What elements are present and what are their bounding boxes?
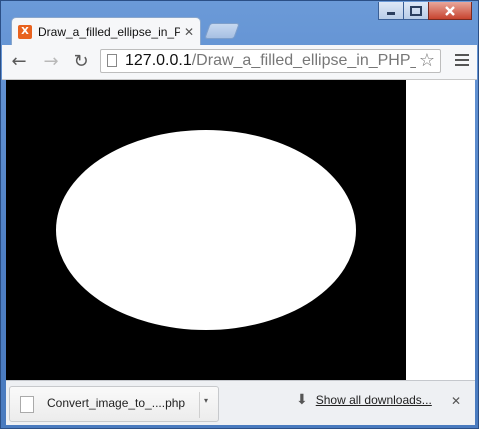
shelf-close-icon[interactable]: ✕ [451,394,461,408]
file-icon [20,396,34,413]
download-arrow-icon: ⬇ [296,391,308,407]
close-icon [445,5,455,16]
tab-title: Draw_a_filled_ellipse_in_PHP [38,24,180,39]
tab-active[interactable]: X Draw_a_filled_ellipse_in_PHP ✕ [11,17,201,45]
reload-icon[interactable]: ↻ [70,51,92,73]
rendered-image [6,80,406,380]
maximize-button[interactable] [403,2,429,20]
filled-ellipse [56,130,356,330]
browser-window: X Draw_a_filled_ellipse_in_PHP ✕ ← → ↻ 1… [0,0,479,429]
minimize-icon [387,11,395,15]
download-shelf: Convert_image_to_....php ▾ ⬇ Show all do… [6,380,475,425]
maximize-icon [410,5,422,16]
download-item[interactable]: Convert_image_to_....php ▾ [9,386,219,422]
menu-icon[interactable] [455,54,469,68]
url-host: 127.0.0.1 [125,52,192,69]
divider [199,392,200,418]
tab-close-icon[interactable]: ✕ [184,25,194,39]
url-path: /Draw_a_filled_ellipse_in_PHP_Ex [191,52,439,69]
window-controls [378,2,472,20]
minimize-button[interactable] [378,2,404,20]
show-all-downloads-link[interactable]: Show all downloads... [316,393,432,407]
close-window-button[interactable] [428,2,472,20]
toolbar: ← → ↻ 127.0.0.1/Draw_a_filled_ellipse_in… [2,45,477,80]
chevron-down-icon[interactable]: ▾ [204,396,208,405]
back-arrow-icon[interactable]: ← [8,51,30,73]
xampp-favicon-icon: X [18,24,32,39]
download-file-name: Convert_image_to_....php [47,396,186,410]
url-text: 127.0.0.1/Draw_a_filled_ellipse_in_PHP_E… [125,52,438,70]
new-tab-button[interactable] [204,23,240,39]
bookmark-star-icon[interactable]: ☆ [416,50,438,72]
address-bar[interactable]: 127.0.0.1/Draw_a_filled_ellipse_in_PHP_E… [100,49,441,73]
show-all-downloads[interactable]: ⬇ Show all downloads... [296,391,432,408]
page-icon [107,54,117,67]
page-content [6,80,475,380]
forward-arrow-icon[interactable]: → [40,51,62,73]
